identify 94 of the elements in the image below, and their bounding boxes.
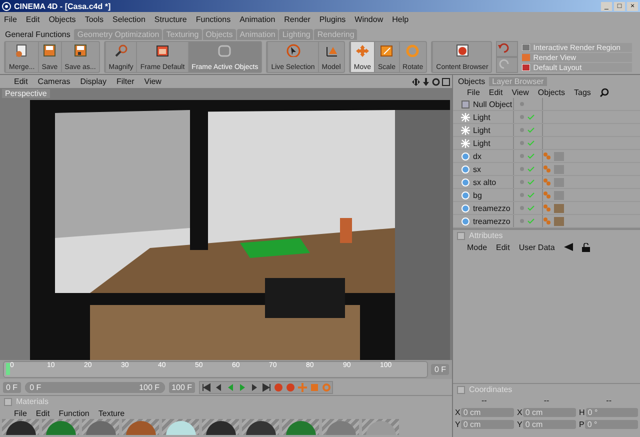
- column-header: --: [544, 396, 550, 405]
- frame-icon: [217, 44, 232, 57]
- material-tag[interactable]: [554, 216, 564, 226]
- object-item[interactable]: Light: [453, 138, 513, 148]
- menu-item[interactable]: File: [4, 14, 17, 24]
- move-arrows-icon[interactable]: [298, 382, 307, 392]
- menu-item[interactable]: Window: [354, 14, 384, 24]
- light-object-icon: [461, 112, 470, 122]
- previous-key-icon[interactable]: [214, 382, 223, 392]
- axis-label: X: [455, 408, 460, 417]
- frame-icon: [154, 44, 170, 57]
- light-object-icon: [461, 138, 470, 148]
- cursor-icon: [286, 44, 300, 57]
- menu-item[interactable]: User Data: [518, 242, 555, 252]
- axis-label: Y: [455, 420, 460, 429]
- object-item[interactable]: dx: [453, 152, 513, 160]
- menu-item[interactable]: File: [14, 408, 27, 418]
- menu-item[interactable]: Structure: [154, 14, 187, 24]
- scale-icon[interactable]: [310, 382, 319, 392]
- move-arrows-icon: [354, 44, 370, 57]
- zoom-view-icon[interactable]: [422, 78, 430, 86]
- menu-item[interactable]: Help: [392, 14, 409, 24]
- null-object-icon: [461, 100, 470, 108]
- axis-label: Y: [517, 420, 522, 429]
- menu-item[interactable]: Display: [80, 77, 106, 86]
- column-header: --: [606, 396, 612, 405]
- menu-item[interactable]: Selection: [112, 14, 146, 24]
- menu-item[interactable]: Edit: [14, 77, 28, 86]
- menu-item[interactable]: Plugins: [319, 14, 346, 24]
- range-start-label: 0 F: [30, 382, 42, 392]
- object-item[interactable]: treamezzo: [453, 216, 513, 226]
- menu-item[interactable]: Filter: [116, 77, 134, 86]
- material-tag[interactable]: [554, 204, 564, 212]
- rotate-view-icon[interactable]: [432, 78, 440, 86]
- document-icon: [14, 44, 30, 57]
- playhead[interactable]: [6, 363, 10, 375]
- maximize-view-icon[interactable]: [442, 78, 450, 86]
- menu-item[interactable]: Tags: [574, 88, 591, 96]
- object-item[interactable]: Light: [453, 126, 513, 134]
- next-key-icon[interactable]: [250, 382, 259, 392]
- scale-icon: [379, 44, 394, 57]
- panel-checkbox[interactable]: [457, 386, 465, 394]
- menu-item[interactable]: Mode: [467, 242, 488, 252]
- menu-item[interactable]: Render: [284, 14, 310, 24]
- window-title: CINEMA 4D - [Casa.c4d *]: [14, 2, 112, 10]
- search-icon[interactable]: [600, 88, 609, 96]
- menu-item[interactable]: Edit: [488, 88, 503, 96]
- axis-label: P: [579, 420, 584, 429]
- rotate-icon: [405, 44, 420, 57]
- light-object-icon: [461, 126, 470, 134]
- menu-item[interactable]: View: [144, 77, 162, 86]
- object-item[interactable]: Light: [453, 112, 513, 122]
- move-view-icon[interactable]: [412, 78, 420, 86]
- menu-item[interactable]: Edit: [36, 408, 50, 418]
- viewport-label: Perspective: [2, 89, 50, 98]
- menu-item[interactable]: Edit: [26, 14, 40, 24]
- menu-item[interactable]: Animation: [240, 14, 276, 24]
- menu-item[interactable]: Functions: [196, 14, 231, 24]
- undo-icon: [497, 42, 512, 53]
- axis-label: X: [517, 408, 522, 417]
- go-to-start-icon[interactable]: [202, 382, 211, 392]
- app-logo-icon: [2, 2, 11, 10]
- magnifier-icon: [114, 44, 129, 57]
- frame-range-slider[interactable]: [24, 382, 165, 392]
- redo-icon: [497, 58, 512, 69]
- column-header: --: [482, 396, 487, 405]
- panel-title: Attributes: [469, 231, 503, 240]
- menu-item[interactable]: Edit: [496, 242, 510, 252]
- object-item[interactable]: treamezzo: [453, 204, 513, 212]
- range-end-label: 100 F: [139, 382, 160, 392]
- undo-button[interactable]: [496, 41, 518, 57]
- redo-button[interactable]: [496, 57, 518, 73]
- rotate-icon[interactable]: [322, 382, 331, 392]
- menu-item[interactable]: Objects: [48, 14, 76, 24]
- panel-title: Materials: [16, 397, 48, 406]
- toolbar-tab[interactable]: General Functions: [2, 29, 74, 40]
- axis-label: H: [579, 408, 585, 417]
- back-arrow-icon[interactable]: [564, 243, 573, 251]
- object-item[interactable]: sx: [453, 164, 513, 174]
- menu-item[interactable]: View: [512, 88, 529, 96]
- panel-title: Coordinates: [469, 385, 512, 394]
- lock-icon[interactable]: [582, 242, 590, 252]
- menu-item[interactable]: Function: [58, 408, 90, 418]
- object-item[interactable]: sx alto: [453, 178, 513, 186]
- menu-item[interactable]: File: [467, 88, 480, 96]
- menu-item[interactable]: Tools: [84, 14, 104, 24]
- panel-checkbox[interactable]: [457, 232, 465, 240]
- menu-item[interactable]: Cameras: [38, 77, 70, 86]
- menu-item[interactable]: Texture: [98, 408, 125, 418]
- menu-item[interactable]: Objects: [538, 88, 566, 96]
- panel-checkbox[interactable]: [4, 398, 12, 406]
- object-item[interactable]: Null Object: [453, 100, 513, 108]
- go-to-end-icon[interactable]: [262, 382, 271, 392]
- object-item[interactable]: bg: [453, 190, 513, 200]
